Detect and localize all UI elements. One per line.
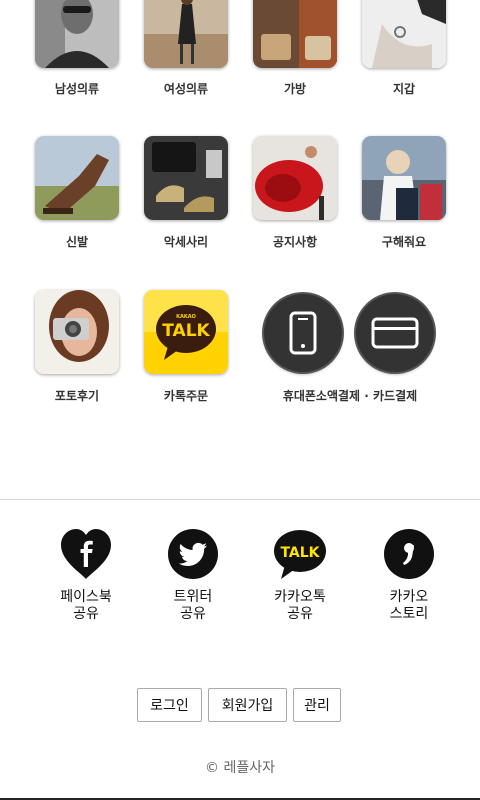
menu-label-photo-review[interactable]: 포토후기 (22, 387, 132, 404)
menu-tile-accessories[interactable] (144, 136, 228, 220)
menu-tile-shoes[interactable] (35, 136, 119, 220)
admin-button[interactable]: 관리 (293, 688, 341, 722)
menu-label-kakao-order[interactable]: 카톡주문 (131, 387, 241, 404)
menu-tile-notice[interactable] (253, 136, 337, 220)
menu-tile-wallets[interactable] (362, 0, 446, 68)
kakaotalk-tile-icon: KAKAO TALK (144, 290, 228, 374)
womens-clothing-photo (144, 0, 228, 68)
login-button[interactable]: 로그인 (137, 688, 202, 722)
kakaotalk-talk-text: TALK (280, 545, 320, 561)
wallets-photo (362, 0, 446, 68)
menu-label-mens-clothing[interactable]: 남성의류 (22, 80, 132, 97)
menu-label-request[interactable]: 구해줘요 (349, 233, 459, 250)
menu-label-womens-clothing[interactable]: 여성의류 (131, 80, 241, 97)
share-facebook[interactable]: 페이스북 공유 (41, 527, 131, 623)
facebook-heart-icon (61, 529, 111, 579)
bags-photo (253, 0, 337, 68)
copyright-text: © 레플사자 (205, 760, 275, 776)
twitter-icon (168, 529, 218, 579)
kakaotalk-icon: TALK (274, 530, 326, 579)
share-twitter-line1: 트위터 (173, 589, 213, 605)
kakaostory-icon (384, 529, 434, 579)
mens-clothing-photo (35, 0, 119, 68)
menu-tile-kakao-order[interactable]: KAKAO TALK (144, 290, 228, 374)
menu-label-bags[interactable]: 가방 (240, 80, 350, 97)
menu-label-wallets[interactable]: 지갑 (349, 80, 459, 97)
photo-review-photo (35, 290, 119, 374)
menu-tile-photo-review[interactable] (35, 290, 119, 374)
notice-photo (253, 136, 337, 220)
share-kakaostory[interactable]: 카카오 스토리 (364, 527, 454, 623)
credit-card-icon (371, 317, 419, 349)
share-kakaotalk[interactable]: TALK 카카오톡 공유 (255, 527, 345, 623)
share-facebook-line2: 공유 (73, 606, 99, 622)
section-divider (0, 499, 480, 500)
phone-payment-button[interactable] (264, 294, 342, 372)
menu-tile-mens-clothing[interactable] (35, 0, 119, 68)
payment-label: 휴대폰소액결제 · 카드결제 (282, 389, 418, 403)
smartphone-icon (289, 311, 317, 355)
share-kakaotalk-line1: 카카오톡 (274, 589, 326, 605)
menu-label-accessories[interactable]: 악세사리 (131, 233, 241, 250)
kakao-small-text: KAKAO (176, 314, 196, 320)
kakao-big-text: TALK (162, 321, 210, 341)
share-kakaostory-line2: 스토리 (389, 606, 429, 622)
menu-label-notice[interactable]: 공지사항 (240, 233, 350, 250)
accessories-photo (144, 136, 228, 220)
share-twitter[interactable]: 트위터 공유 (148, 527, 238, 623)
menu-tile-bags[interactable] (253, 0, 337, 68)
shoes-photo (35, 136, 119, 220)
menu-label-shoes[interactable]: 신발 (22, 233, 132, 250)
share-facebook-line1: 페이스북 (60, 589, 112, 605)
menu-tile-womens-clothing[interactable] (144, 0, 228, 68)
menu-tile-request[interactable] (362, 136, 446, 220)
request-photo (362, 136, 446, 220)
share-kakaotalk-line2: 공유 (287, 606, 313, 622)
card-payment-button[interactable] (356, 294, 434, 372)
signup-button[interactable]: 회원가입 (208, 688, 287, 722)
share-kakaostory-line1: 카카오 (389, 589, 429, 605)
share-twitter-line2: 공유 (180, 606, 206, 622)
